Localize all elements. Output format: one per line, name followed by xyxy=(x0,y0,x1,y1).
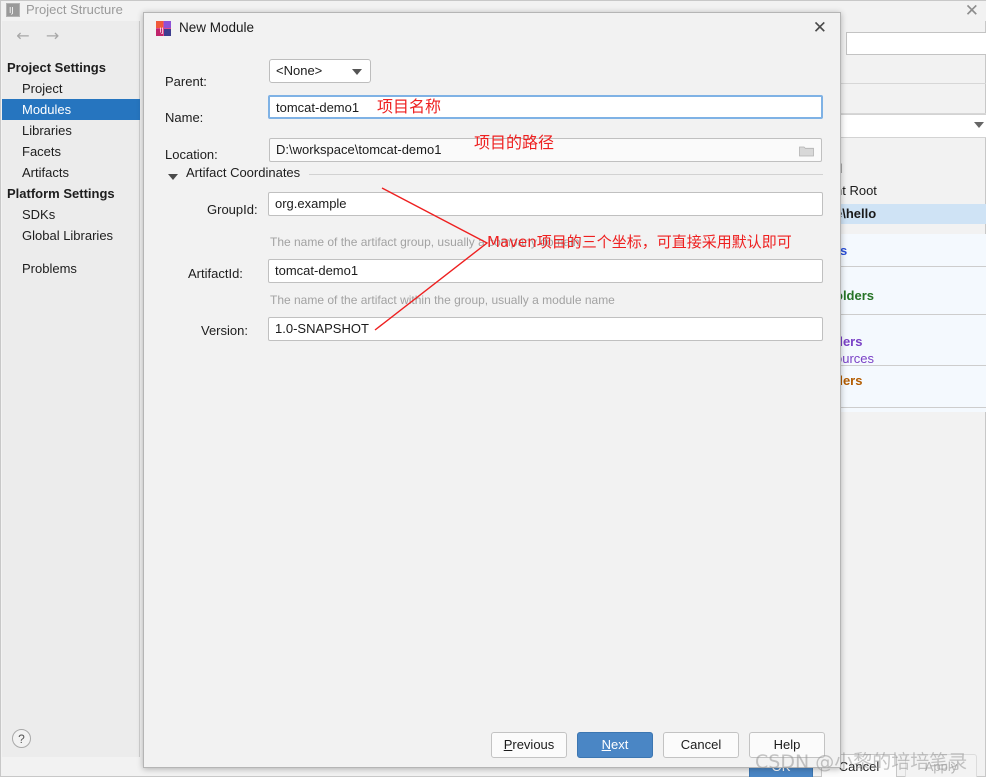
section-collapse-triangle-icon[interactable] xyxy=(168,174,178,180)
previous-button-label-rest: revious xyxy=(512,737,555,752)
sidebar-item-project[interactable]: Project xyxy=(2,78,140,99)
parent-label: Parent: xyxy=(165,74,207,89)
next-button-mnemonic: N xyxy=(601,737,612,752)
artifact-id-input[interactable]: tomcat-demo1 xyxy=(268,259,823,283)
sidebar-item-artifacts[interactable]: Artifacts xyxy=(2,162,140,183)
sidebar-group-platform-settings: Platform Settings xyxy=(7,186,115,201)
sidebar-item-modules[interactable]: Modules xyxy=(2,99,140,120)
name-input[interactable]: tomcat-demo1 xyxy=(268,95,823,119)
chevron-down-icon xyxy=(974,122,984,128)
annotation-location-note: 项目的路径 xyxy=(474,133,555,152)
version-label: Version: xyxy=(201,323,248,338)
module-name-field[interactable] xyxy=(846,32,986,55)
source-folder-underline-2 xyxy=(830,314,986,315)
csdn-watermark: CSDN @小黎的培培笔录 xyxy=(755,751,968,773)
svg-text:IJ: IJ xyxy=(9,6,14,15)
group-id-input[interactable]: org.example xyxy=(268,192,823,216)
next-button-label-rest: ext xyxy=(611,737,629,752)
parent-combobox[interactable]: <None> xyxy=(269,59,371,83)
project-structure-title: Project Structure xyxy=(26,2,123,17)
selected-content-root-path: e\hello xyxy=(835,206,877,221)
artifact-id-label: ArtifactId: xyxy=(188,266,243,281)
browse-folder-icon[interactable] xyxy=(799,145,814,157)
close-icon[interactable]: ✕ xyxy=(813,18,827,38)
help-icon[interactable]: ? xyxy=(12,729,31,748)
sidebar-list: Project Settings Project Modules Librari… xyxy=(2,57,140,279)
close-icon[interactable]: ✕ xyxy=(965,1,979,21)
location-input-value: D:\workspace\tomcat-demo1 xyxy=(276,142,442,157)
previous-button[interactable]: Previous xyxy=(491,732,567,758)
sidebar-divider xyxy=(2,246,140,258)
project-structure-sidebar: ← → Project Settings Project Modules Lib… xyxy=(2,21,140,757)
name-label: Name: xyxy=(165,110,204,125)
content-root-label: nt Root xyxy=(835,183,877,198)
intellij-logo-icon: IJ xyxy=(156,21,171,36)
sidebar-item-global-libraries[interactable]: Global Libraries xyxy=(2,225,140,246)
section-divider xyxy=(309,174,823,175)
sidebar-item-facets[interactable]: Facets xyxy=(2,141,140,162)
sidebar-group-project-settings: Project Settings xyxy=(7,60,106,75)
version-input[interactable]: 1.0-SNAPSHOT xyxy=(268,317,823,341)
annotation-name-note: 项目名称 xyxy=(377,97,442,116)
source-folder-underline-1 xyxy=(830,266,986,267)
chevron-down-icon xyxy=(352,69,362,75)
sidebar-item-problems[interactable]: Problems xyxy=(2,258,140,279)
source-folder-underline-4 xyxy=(830,407,986,408)
intellij-logo-icon: IJ xyxy=(6,3,20,17)
parent-combobox-value: <None> xyxy=(276,63,323,78)
new-module-titlebar: IJ New Module ✕ xyxy=(144,13,840,43)
new-module-dialog: IJ New Module ✕ Parent: <None> Name: tom… xyxy=(143,12,841,768)
forward-arrow-icon[interactable]: → xyxy=(40,26,66,45)
artifact-id-hint: The name of the artifact within the grou… xyxy=(270,293,615,307)
language-level-combo[interactable] xyxy=(841,114,986,138)
dialog-title: New Module xyxy=(179,20,255,35)
sidebar-item-libraries[interactable]: Libraries xyxy=(2,120,140,141)
svg-text:IJ: IJ xyxy=(160,27,164,35)
sidebar-item-sdks[interactable]: SDKs xyxy=(2,204,140,225)
annotation-coordinates-note: Maven项目的三个坐标，可直接采用默认即可 xyxy=(487,233,792,251)
next-button[interactable]: Next xyxy=(577,732,653,758)
location-label: Location: xyxy=(165,147,218,162)
artifact-coordinates-section-label: Artifact Coordinates xyxy=(186,165,301,180)
cancel-button[interactable]: Cancel xyxy=(663,732,739,758)
content-divider-1 xyxy=(841,83,986,84)
source-folder-underline-3 xyxy=(830,365,986,366)
back-arrow-icon[interactable]: ← xyxy=(10,26,36,45)
navigation-arrows: ← → xyxy=(10,26,66,45)
group-id-label: GroupId: xyxy=(207,202,258,217)
